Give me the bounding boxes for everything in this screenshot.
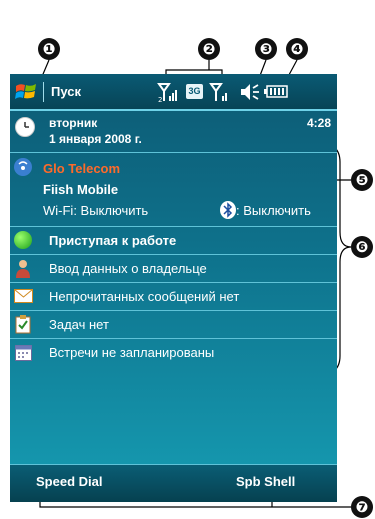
wireless-icon xyxy=(14,158,32,176)
device-screen: Пуск 2 3G вторник 1 января 2008 г. 4:28 … xyxy=(10,74,337,502)
callout-4: ❹ xyxy=(286,38,308,60)
list-item-label: Приступая к работе xyxy=(49,233,177,248)
svg-text:2: 2 xyxy=(158,96,162,103)
list-item-appointments[interactable]: Встречи не запланированы xyxy=(10,339,337,366)
title-separator xyxy=(43,82,44,102)
callout-7: ❼ xyxy=(351,496,373,518)
clock-icon xyxy=(15,117,35,137)
weekday: вторник xyxy=(49,116,98,130)
list-item-label: Задач нет xyxy=(49,317,109,332)
speaker-icon[interactable] xyxy=(239,82,261,102)
callout-6: ❻ xyxy=(351,236,373,258)
callout-5: ❺ xyxy=(351,169,373,191)
list-item-messages[interactable]: Непрочитанных сообщений нет xyxy=(10,283,337,311)
tasks-icon xyxy=(15,315,31,334)
spb-shell-softkey[interactable]: Spb Shell xyxy=(236,474,295,489)
signal-strength-icon[interactable]: 2 xyxy=(157,81,179,104)
softkey-bar: Speed Dial Spb Shell xyxy=(10,464,337,502)
list-item-owner[interactable]: Ввод данных о владельце xyxy=(10,255,337,283)
speed-dial-softkey[interactable]: Speed Dial xyxy=(36,474,102,489)
bluetooth-icon xyxy=(220,201,236,219)
time: 4:28 xyxy=(306,116,331,130)
owner-icon xyxy=(15,259,31,278)
wifi-status[interactable]: Wi-Fi: Выключить xyxy=(43,203,148,218)
list-item-getting-started[interactable]: Приступая к работе xyxy=(10,227,337,255)
start-label[interactable]: Пуск xyxy=(51,84,81,99)
getting-started-icon xyxy=(14,231,32,249)
title-bar: Пуск 2 3G xyxy=(10,74,337,111)
carrier-line-1: Glo Telecom xyxy=(43,161,121,176)
calendar-icon xyxy=(15,343,32,361)
3g-icon[interactable]: 3G xyxy=(186,84,203,99)
date-row[interactable]: вторник 1 января 2008 г. 4:28 xyxy=(10,111,337,153)
windows-logo-icon[interactable] xyxy=(14,80,38,104)
signal-strength-icon-2[interactable] xyxy=(209,81,231,103)
callout-2: ❷ xyxy=(198,38,220,60)
envelope-icon xyxy=(14,289,33,303)
callout-3: ❸ xyxy=(255,38,277,60)
callout-1: ❶ xyxy=(38,38,60,60)
bluetooth-status[interactable]: : Выключить xyxy=(236,203,311,218)
battery-icon[interactable] xyxy=(264,85,288,98)
today-screen: вторник 1 января 2008 г. 4:28 Glo Teleco… xyxy=(10,111,337,464)
list-item-label: Встречи не запланированы xyxy=(49,345,215,360)
list-item-label: Ввод данных о владельце xyxy=(49,261,207,276)
full-date: 1 января 2008 г. xyxy=(49,132,142,146)
carrier-row[interactable]: Glo Telecom Fiish Mobile Wi-Fi: Выключит… xyxy=(10,153,337,227)
list-item-tasks[interactable]: Задач нет xyxy=(10,311,337,339)
carrier-line-2: Fiish Mobile xyxy=(43,182,119,197)
list-item-label: Непрочитанных сообщений нет xyxy=(49,289,240,304)
